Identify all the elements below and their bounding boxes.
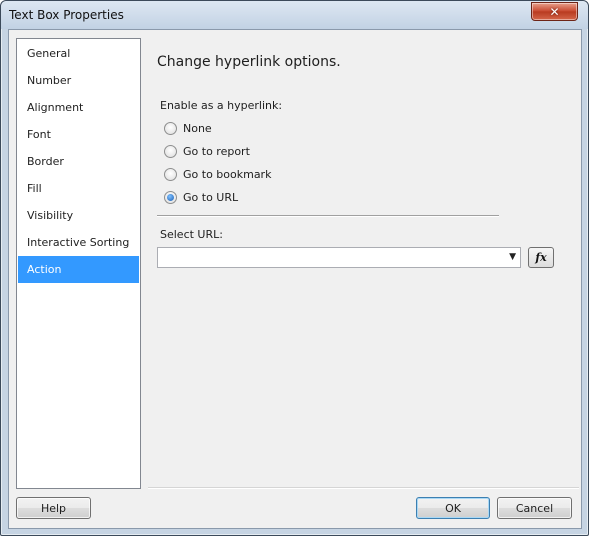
radio-label: Go to bookmark <box>183 167 272 181</box>
radio-button[interactable] <box>164 121 177 135</box>
category-list: General Number Alignment Font Border Fil… <box>16 38 141 489</box>
sidebar-item-fill[interactable]: Fill <box>18 175 139 202</box>
select-url-label: Select URL: <box>160 228 223 241</box>
radio-button[interactable] <box>164 144 177 158</box>
radio-button[interactable] <box>164 167 177 181</box>
radio-go-to-report[interactable]: Go to report <box>164 142 250 160</box>
close-icon: ✕ <box>549 4 560 19</box>
sidebar-item-visibility[interactable]: Visibility <box>18 202 139 229</box>
sidebar-item-alignment[interactable]: Alignment <box>18 94 139 121</box>
radio-label: None <box>183 121 212 135</box>
url-combobox[interactable]: ▼ <box>157 247 521 268</box>
close-button[interactable]: ✕ <box>531 2 578 21</box>
window-title: Text Box Properties <box>9 8 124 22</box>
help-button[interactable]: Help <box>16 497 91 519</box>
hyperlink-group-label: Enable as a hyperlink: <box>160 99 283 112</box>
section-divider <box>157 215 499 217</box>
sidebar-item-font[interactable]: Font <box>18 121 139 148</box>
ok-button[interactable]: OK <box>416 497 490 519</box>
radio-button-checked[interactable] <box>164 190 177 204</box>
expression-button[interactable]: fx <box>528 247 554 268</box>
function-icon: fx <box>535 251 547 264</box>
cancel-button[interactable]: Cancel <box>497 497 572 519</box>
sidebar-item-interactive-sorting[interactable]: Interactive Sorting <box>18 229 139 256</box>
radio-label: Go to report <box>183 144 250 158</box>
radio-go-to-url[interactable]: Go to URL <box>164 188 238 206</box>
chevron-down-icon[interactable]: ▼ <box>509 252 516 262</box>
radio-none[interactable]: None <box>164 119 212 137</box>
sidebar-item-general[interactable]: General <box>18 40 139 67</box>
sidebar-item-action[interactable]: Action <box>18 256 139 283</box>
sidebar-item-border[interactable]: Border <box>18 148 139 175</box>
radio-go-to-bookmark[interactable]: Go to bookmark <box>164 165 271 183</box>
radio-label: Go to URL <box>183 190 239 204</box>
title-bar[interactable]: Text Box Properties ✕ <box>1 1 588 29</box>
dialog-window: Text Box Properties ✕ General Number Ali… <box>0 0 589 536</box>
footer-divider <box>148 487 579 489</box>
dialog-body: General Number Alignment Font Border Fil… <box>8 29 582 529</box>
page-heading: Change hyperlink options. <box>157 54 341 70</box>
sidebar-item-number[interactable]: Number <box>18 67 139 94</box>
